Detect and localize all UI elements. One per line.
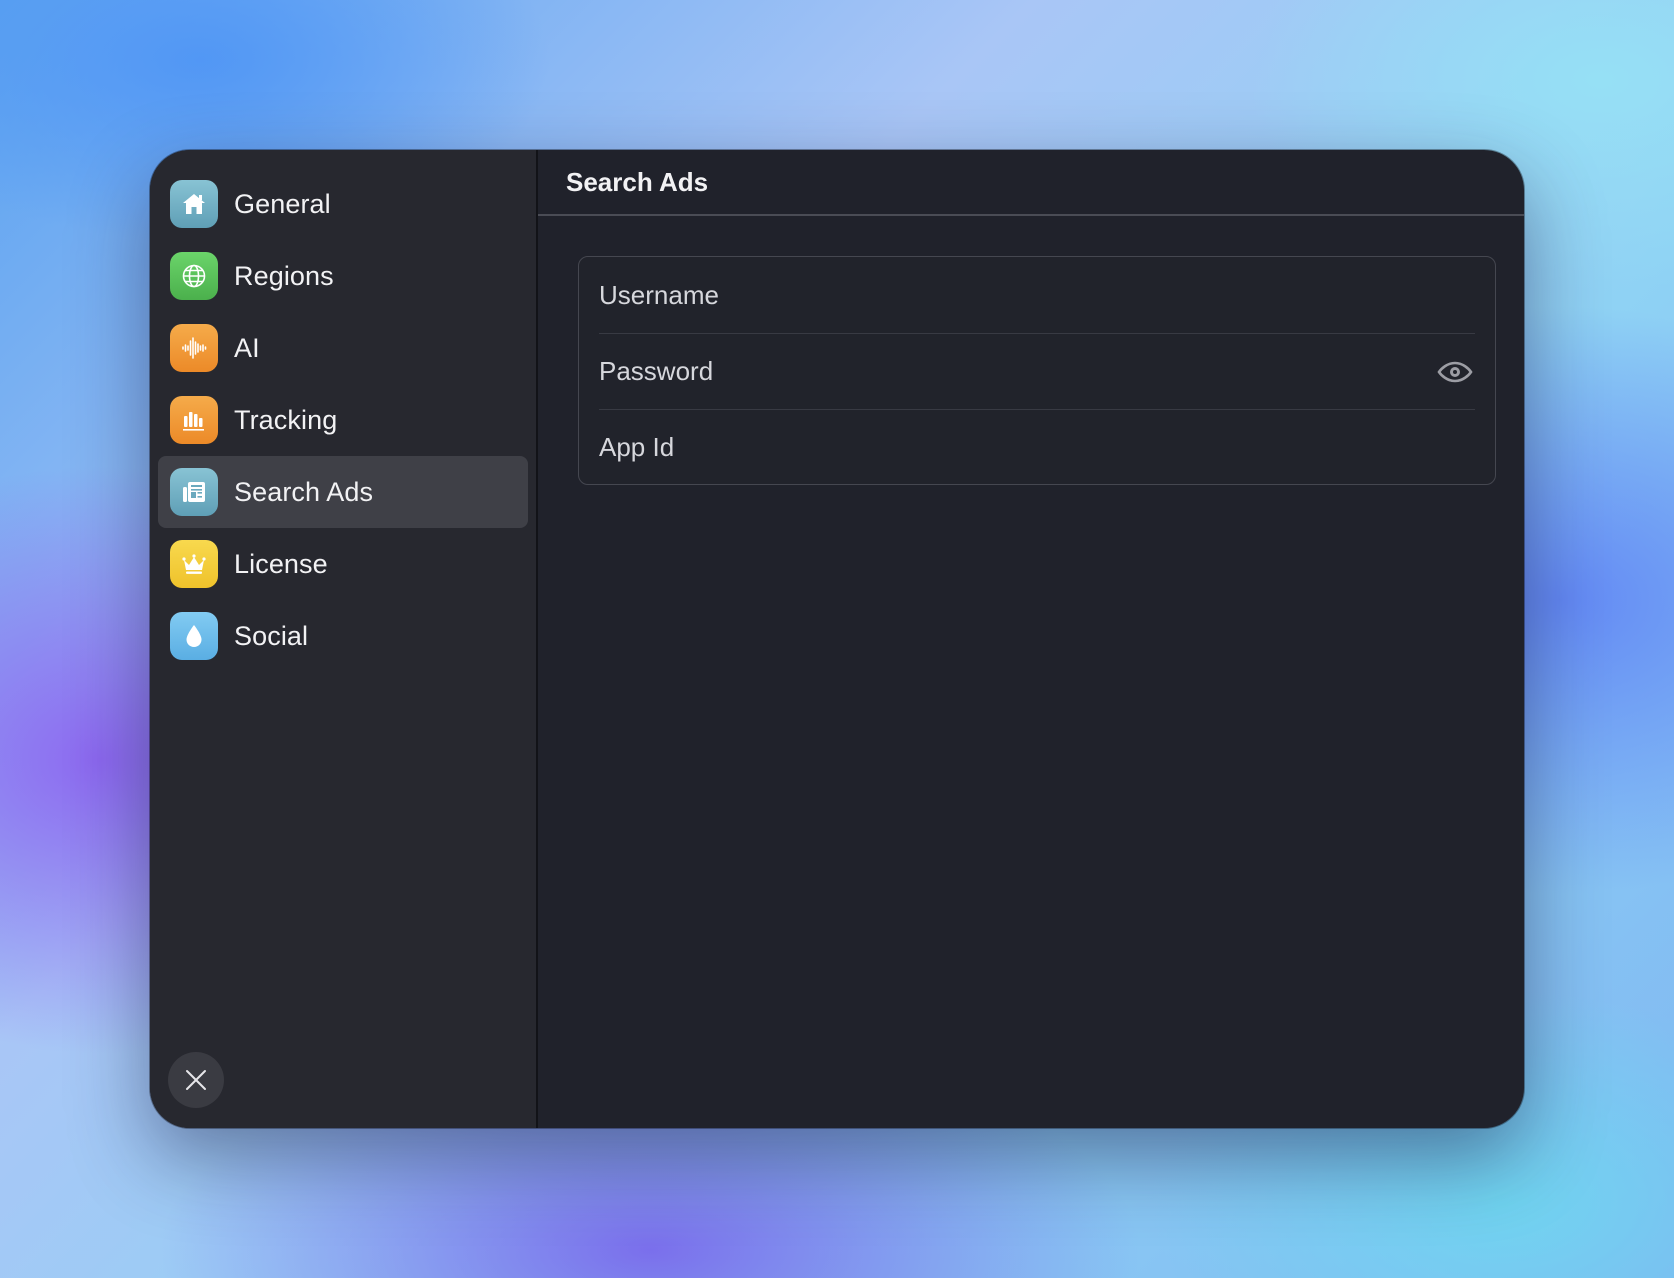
username-row [599, 257, 1475, 333]
close-icon [186, 1070, 206, 1090]
sidebar-item-general[interactable]: General [158, 168, 528, 240]
sidebar: General Regions AI Tracking Search Ads L… [150, 150, 538, 1128]
chart-bars-icon [170, 396, 218, 444]
eye-icon [1437, 361, 1473, 382]
sidebar-item-search-ads[interactable]: Search Ads [158, 456, 528, 528]
page-title: Search Ads [566, 166, 709, 197]
sidebar-item-label: Regions [234, 260, 334, 291]
sidebar-item-label: AI [234, 332, 260, 363]
sidebar-item-label: Tracking [234, 404, 338, 435]
app-id-row [599, 409, 1475, 485]
settings-window: General Regions AI Tracking Search Ads L… [150, 150, 1524, 1128]
globe-icon [170, 252, 218, 300]
sidebar-item-license[interactable]: License [158, 528, 528, 600]
credentials-form [578, 256, 1496, 485]
sidebar-item-label: General [234, 188, 331, 219]
sidebar-item-regions[interactable]: Regions [158, 240, 528, 312]
waveform-icon [170, 324, 218, 372]
sidebar-item-social[interactable]: Social [158, 600, 528, 672]
content-header: Search Ads [538, 150, 1524, 216]
password-field[interactable] [599, 356, 1475, 387]
password-visibility-toggle[interactable] [1435, 352, 1475, 392]
sidebar-item-label: License [234, 548, 328, 579]
close-button[interactable] [168, 1052, 224, 1108]
sidebar-item-ai[interactable]: AI [158, 312, 528, 384]
content-pane: Search Ads [538, 150, 1524, 1128]
username-field[interactable] [599, 279, 1475, 311]
app-id-field[interactable] [599, 432, 1475, 463]
sidebar-item-label: Search Ads [234, 476, 374, 507]
sidebar-item-tracking[interactable]: Tracking [158, 384, 528, 456]
house-icon [170, 180, 218, 228]
drop-icon [170, 612, 218, 660]
password-row [599, 333, 1475, 409]
newspaper-icon [170, 468, 218, 516]
sidebar-item-label: Social [234, 620, 309, 651]
crown-icon [170, 540, 218, 588]
